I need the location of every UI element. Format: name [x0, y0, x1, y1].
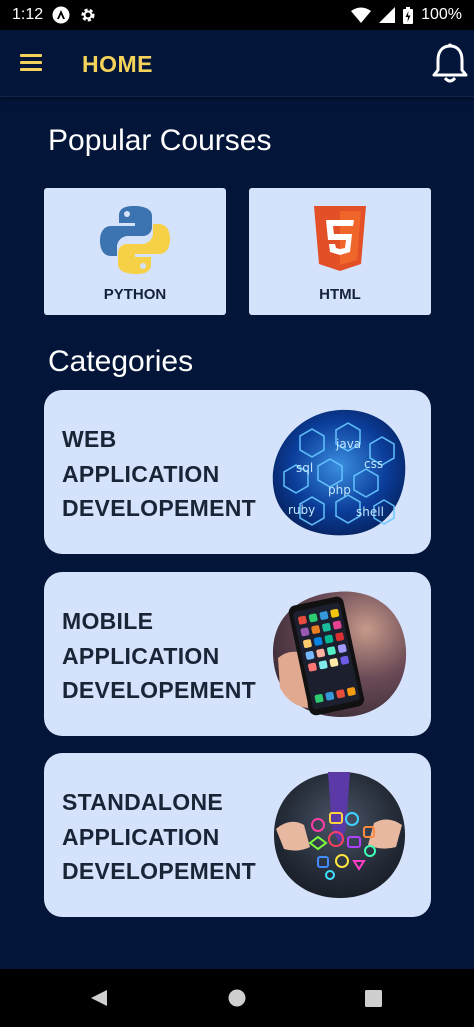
course-label-html: HTML — [319, 286, 361, 303]
app-notification-icon — [52, 6, 70, 24]
category-card-web[interactable]: WEB APPLICATION DEVELOPEMENT java sql cs… — [44, 390, 431, 554]
svg-text:shell: shell — [356, 505, 384, 519]
app-bar: HOME — [0, 30, 474, 97]
category-text-standalone: STANDALONE APPLICATION DEVELOPEMENT — [62, 789, 257, 884]
svg-text:php: php — [328, 483, 351, 497]
back-icon[interactable] — [90, 989, 108, 1007]
course-card-python[interactable]: PYTHON — [44, 188, 226, 315]
category-card-standalone[interactable]: STANDALONE APPLICATION DEVELOPEMENT — [44, 753, 431, 917]
status-bar: 1:12 100% — [0, 0, 474, 30]
battery-icon — [403, 6, 414, 24]
svg-text:sql: sql — [296, 461, 313, 475]
course-card-html[interactable]: HTML — [249, 188, 431, 315]
python-logo — [100, 206, 170, 274]
battery-percent: 100% — [421, 6, 462, 23]
category-card-mobile[interactable]: MOBILE APPLICATION DEVELOPEMENT — [44, 572, 431, 736]
course-label-python: PYTHON — [103, 286, 167, 303]
svg-text:ruby: ruby — [288, 503, 315, 517]
page-title: HOME — [82, 51, 153, 77]
web-languages-image: java sql css php ruby shell — [272, 409, 406, 536]
wifi-icon — [351, 7, 372, 23]
popular-courses-title: Popular Courses — [48, 124, 272, 157]
mobile-phone-image — [272, 591, 407, 718]
settings-icon — [81, 8, 95, 22]
category-text-mobile: MOBILE APPLICATION DEVELOPEMENT — [62, 608, 257, 703]
home-icon[interactable] — [228, 989, 246, 1007]
category-text-web: WEB APPLICATION DEVELOPEMENT — [62, 426, 257, 521]
system-nav-bar — [0, 969, 474, 1027]
svg-text:css: css — [364, 457, 383, 471]
status-time: 1:12 — [12, 6, 44, 23]
menu-icon[interactable] — [20, 54, 42, 72]
html5-logo — [314, 206, 366, 271]
recents-icon[interactable] — [365, 990, 382, 1007]
svg-text:java: java — [335, 437, 361, 451]
bell-icon[interactable] — [431, 42, 469, 86]
signal-icon — [379, 7, 396, 23]
standalone-apps-image — [273, 771, 406, 899]
categories-title: Categories — [48, 345, 194, 378]
